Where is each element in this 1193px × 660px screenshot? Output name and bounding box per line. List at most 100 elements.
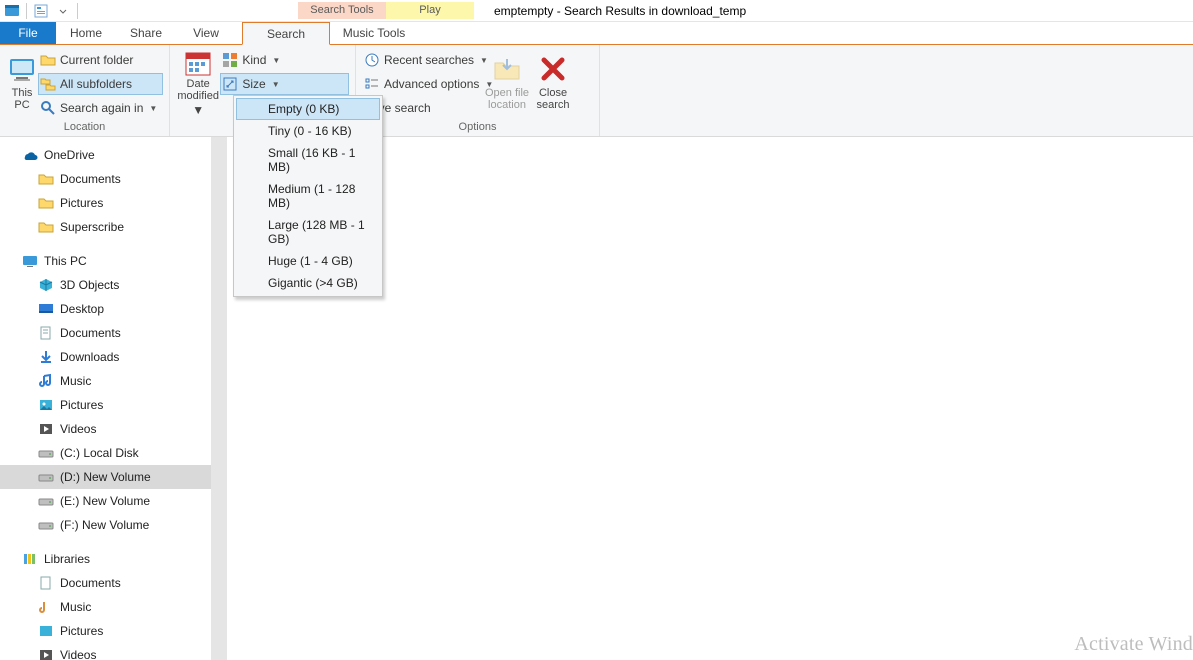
- nav-documents[interactable]: Documents: [0, 321, 211, 345]
- ribbon: This PC Current folder All subfolders Se…: [0, 45, 1193, 137]
- nav-f-drive[interactable]: (F:) New Volume: [0, 513, 211, 537]
- main-area: OneDrive Documents Pictures Superscribe …: [0, 137, 1193, 660]
- contextual-tab-headers: Search Tools Play: [298, 2, 474, 19]
- nav-libraries[interactable]: Libraries: [0, 547, 211, 571]
- this-pc-button[interactable]: This PC: [6, 47, 38, 117]
- group-label-location: Location: [6, 119, 163, 136]
- size-option-large[interactable]: Large (128 MB - 1 GB): [236, 214, 380, 250]
- nav-onedrive-superscribe[interactable]: Superscribe: [0, 215, 211, 239]
- tab-home[interactable]: Home: [56, 22, 116, 44]
- current-folder-button[interactable]: Current folder: [38, 49, 163, 71]
- search-again-icon: [40, 100, 56, 116]
- nav-label: Desktop: [60, 302, 104, 316]
- size-option-huge[interactable]: Huge (1 - 4 GB): [236, 250, 380, 272]
- qat-dropdown-icon[interactable]: [53, 1, 73, 21]
- documents-icon: [38, 325, 54, 341]
- chevron-down-icon: ▼: [192, 104, 204, 117]
- open-file-location-button: Open file location: [484, 47, 530, 117]
- size-dropdown-menu: Empty (0 KB) Tiny (0 - 16 KB) Small (16 …: [233, 95, 383, 297]
- tab-view[interactable]: View: [176, 22, 236, 44]
- nav-label: (F:) New Volume: [60, 518, 149, 532]
- nav-label: Pictures: [60, 196, 103, 210]
- folder-icon: [38, 195, 54, 211]
- nav-onedrive-documents[interactable]: Documents: [0, 167, 211, 191]
- nav-d-drive[interactable]: (D:) New Volume: [0, 465, 211, 489]
- size-option-small[interactable]: Small (16 KB - 1 MB): [236, 142, 380, 178]
- open-file-location-label: Open file location: [485, 87, 529, 111]
- separator: [26, 3, 27, 19]
- nav-desktop[interactable]: Desktop: [0, 297, 211, 321]
- nav-e-drive[interactable]: (E:) New Volume: [0, 489, 211, 513]
- date-modified-label: Date modified: [177, 78, 219, 102]
- properties-icon[interactable]: [31, 1, 51, 21]
- window-title: emptempty - Search Results in download_t…: [494, 4, 746, 18]
- onedrive-icon: [22, 147, 38, 163]
- date-modified-button[interactable]: Date modified ▼: [176, 47, 220, 117]
- context-header-play: Play: [386, 2, 474, 19]
- tab-search[interactable]: Search: [242, 22, 330, 45]
- recent-searches-button[interactable]: Recent searches ▼: [362, 49, 484, 71]
- separator: [77, 3, 78, 19]
- size-option-tiny[interactable]: Tiny (0 - 16 KB): [236, 120, 380, 142]
- close-search-button[interactable]: Close search: [530, 47, 576, 117]
- documents-lib-icon: [38, 575, 54, 591]
- nav-label: (C:) Local Disk: [60, 446, 139, 460]
- scrollbar-gutter[interactable]: [211, 137, 227, 660]
- folder-icon: [40, 52, 56, 68]
- app-icon: [2, 1, 22, 21]
- nav-label: Downloads: [60, 350, 119, 364]
- nav-label: Videos: [60, 648, 96, 660]
- drive-icon: [38, 517, 54, 533]
- size-option-gigantic[interactable]: Gigantic (>4 GB): [236, 272, 380, 294]
- nav-lib-videos[interactable]: Videos: [0, 643, 211, 660]
- kind-button[interactable]: Kind ▼: [220, 49, 349, 71]
- navigation-pane[interactable]: OneDrive Documents Pictures Superscribe …: [0, 137, 211, 660]
- nav-label: (E:) New Volume: [60, 494, 150, 508]
- tab-share[interactable]: Share: [116, 22, 176, 44]
- desktop-icon: [38, 301, 54, 317]
- ribbon-tabs: File Home Share View Search Music Tools: [0, 22, 1193, 45]
- nav-music[interactable]: Music: [0, 369, 211, 393]
- size-label: Size: [242, 77, 265, 91]
- search-again-in-button[interactable]: Search again in ▼: [38, 97, 163, 119]
- kind-label: Kind: [242, 53, 266, 67]
- nav-onedrive[interactable]: OneDrive: [0, 143, 211, 167]
- tab-music-tools[interactable]: Music Tools: [330, 22, 418, 44]
- nav-c-drive[interactable]: (C:) Local Disk: [0, 441, 211, 465]
- drive-icon: [38, 469, 54, 485]
- nav-3d-objects[interactable]: 3D Objects: [0, 273, 211, 297]
- context-header-search-tools: Search Tools: [298, 2, 386, 19]
- ribbon-group-options: Recent searches ▼ Advanced options ▼ Sav…: [356, 45, 600, 136]
- clock-icon: [364, 52, 380, 68]
- nav-label: Videos: [60, 422, 96, 436]
- nav-pictures[interactable]: Pictures: [0, 393, 211, 417]
- nav-label: Pictures: [60, 398, 103, 412]
- size-icon: [222, 76, 238, 92]
- current-folder-label: Current folder: [60, 53, 133, 67]
- music-icon: [38, 373, 54, 389]
- nav-this-pc[interactable]: This PC: [0, 249, 211, 273]
- nav-label: (D:) New Volume: [60, 470, 151, 484]
- nav-videos[interactable]: Videos: [0, 417, 211, 441]
- folder-icon: [38, 171, 54, 187]
- videos-icon: [38, 421, 54, 437]
- nav-label: Music: [60, 374, 91, 388]
- nav-label: Music: [60, 600, 91, 614]
- chevron-down-icon: ▼: [272, 56, 280, 65]
- chevron-down-icon: ▼: [272, 80, 280, 89]
- all-subfolders-button[interactable]: All subfolders: [38, 73, 163, 95]
- size-option-empty[interactable]: Empty (0 KB): [236, 98, 380, 120]
- nav-lib-documents[interactable]: Documents: [0, 571, 211, 595]
- nav-downloads[interactable]: Downloads: [0, 345, 211, 369]
- music-lib-icon: [38, 599, 54, 615]
- nav-lib-pictures[interactable]: Pictures: [0, 619, 211, 643]
- size-button[interactable]: Size ▼: [220, 73, 349, 95]
- tab-file[interactable]: File: [0, 22, 56, 44]
- drive-icon: [38, 493, 54, 509]
- advanced-options-button[interactable]: Advanced options ▼: [362, 73, 484, 95]
- nav-lib-music[interactable]: Music: [0, 595, 211, 619]
- nav-onedrive-pictures[interactable]: Pictures: [0, 191, 211, 215]
- libraries-icon: [22, 551, 38, 567]
- nav-label: Superscribe: [60, 220, 124, 234]
- size-option-medium[interactable]: Medium (1 - 128 MB): [236, 178, 380, 214]
